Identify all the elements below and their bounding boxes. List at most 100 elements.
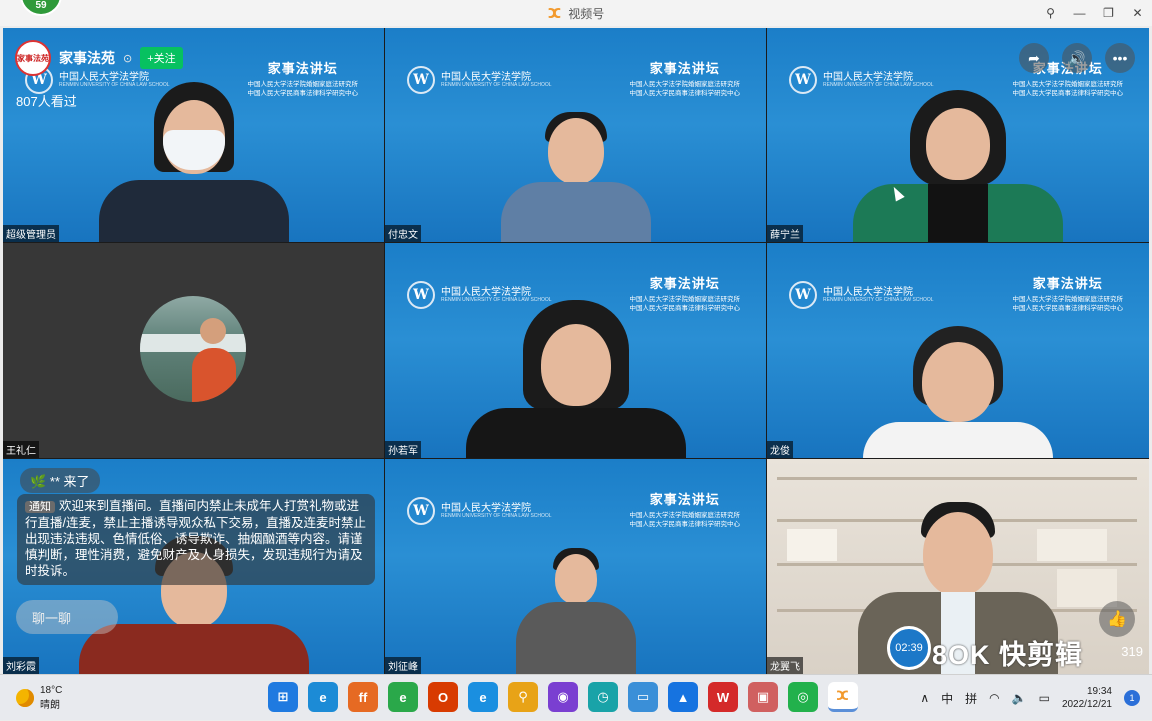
- school-name-en: RENMIN UNIVERSITY OF CHINA LAW SCHOOL: [441, 512, 552, 519]
- school-logo: W 中国人民大学法学院 RENMIN UNIVERSITY OF CHINA LA…: [407, 66, 552, 94]
- school-logo: W 中国人民大学法学院 RENMIN UNIVERSITY OF CHINA LA…: [789, 281, 934, 309]
- participant-name: 付忠文: [385, 225, 421, 242]
- kuaijianji-watermark: 8OK 快剪辑: [932, 640, 1084, 670]
- share-icon[interactable]: ➦: [1019, 43, 1049, 73]
- school-name-en: RENMIN UNIVERSITY OF CHINA LAW SCHOOL: [823, 296, 934, 303]
- participant-name: 龙俊: [767, 441, 793, 458]
- forum-subtitle: 中国人民大学法学院婚姻家庭法研究所: [629, 512, 741, 519]
- weather-sun-icon: [16, 689, 34, 707]
- participant-video: [491, 102, 661, 242]
- forum-subtitle: 中国人民大学民商事法律科学研究中心: [629, 520, 741, 528]
- clock-app-icon[interactable]: ◷: [588, 682, 618, 712]
- forum-subtitle: 中国人民大学民商事法律科学研究中心: [1012, 304, 1124, 312]
- participant-name: 孙若军: [385, 441, 421, 458]
- follow-button[interactable]: +关注: [140, 47, 183, 69]
- weather-desc: 晴朗: [40, 700, 60, 711]
- forum-title: 家事法讲坛: [1032, 277, 1103, 292]
- pin-icon[interactable]: ⚲: [1036, 0, 1065, 26]
- firefox-icon[interactable]: ff: [348, 682, 378, 712]
- forum-title: 家事法讲坛: [267, 62, 338, 77]
- participant-name: 刘彩霞: [3, 657, 39, 674]
- school-name-en: RENMIN UNIVERSITY OF CHINA LAW SCHOOL: [59, 81, 170, 88]
- arrival-message: 🌿 ** 来了: [20, 468, 100, 493]
- clock-time: 19:34: [1086, 686, 1112, 697]
- image-app-icon[interactable]: ▣: [748, 682, 778, 712]
- video-tile: W 中国人民大学法学院 RENMIN UNIVERSITY OF CHINA LA…: [767, 243, 1149, 458]
- meeting-icon[interactable]: ◉: [548, 682, 578, 712]
- notice-tag: 通知: [25, 501, 55, 513]
- participant-video: [461, 298, 691, 458]
- school-emblem-icon: W: [789, 281, 817, 309]
- clock[interactable]: 19:34 2022/12/21: [1062, 685, 1112, 711]
- file-explorer-icon[interactable]: ▭: [628, 682, 658, 712]
- restore-icon[interactable]: ❐: [1094, 0, 1123, 26]
- notification-badge[interactable]: 59: [20, 0, 62, 16]
- forum-banner: 家事法讲坛 中国人民大学法学院婚姻家庭法研究所中国人民大学民商事法律科学研究中心: [1013, 273, 1124, 314]
- like-icon[interactable]: 👍: [1099, 601, 1135, 637]
- channel-header: 家事法苑 家事法苑 ⊙ +关注: [15, 40, 183, 76]
- window-title: 视频号: [568, 6, 605, 21]
- video-tile: W 中国人民大学法学院 RENMIN UNIVERSITY OF CHINA LA…: [385, 459, 766, 674]
- wechat-icon[interactable]: ◎: [788, 682, 818, 712]
- wifi-icon[interactable]: ◠: [989, 691, 999, 705]
- channel-name[interactable]: 家事法苑: [59, 48, 115, 68]
- participant-video: [506, 544, 646, 674]
- start-icon[interactable]: ⊞: [268, 682, 298, 712]
- arrival-text: ** 来了: [49, 474, 90, 489]
- window-controls: ⚲ — ❐ ✕: [1036, 0, 1152, 26]
- volume-icon[interactable]: 🔊: [1062, 43, 1092, 73]
- search-app-icon[interactable]: ⚲: [508, 682, 538, 712]
- close-icon[interactable]: ✕: [1123, 0, 1152, 26]
- channels-logo-icon: ⵋ: [547, 4, 563, 21]
- channel-avatar[interactable]: 家事法苑: [15, 40, 51, 76]
- weather-widget[interactable]: 18°C 晴朗: [16, 685, 62, 711]
- participant-video: [858, 326, 1058, 458]
- forum-title: 家事法讲坛: [649, 493, 720, 508]
- tray-expand-icon[interactable]: ∧: [920, 691, 929, 705]
- ie-green-icon[interactable]: e: [388, 682, 418, 712]
- speaker-icon[interactable]: 🔈: [1012, 691, 1027, 705]
- ime-language[interactable]: 中: [941, 690, 953, 707]
- video-tile: 王礼仁: [3, 243, 384, 458]
- participant-name: 龙翼飞: [767, 657, 803, 674]
- more-icon[interactable]: •••: [1105, 43, 1135, 73]
- view-count: 807人看过: [16, 94, 77, 109]
- school-emblem-icon: W: [407, 497, 435, 525]
- tencent-meeting-icon[interactable]: ▲: [668, 682, 698, 712]
- browser-icon[interactable]: e: [468, 682, 498, 712]
- school-emblem-icon: W: [407, 281, 435, 309]
- school-emblem-icon: W: [407, 66, 435, 94]
- forum-banner: 家事法讲坛 中国人民大学法学院婚姻家庭法研究所中国人民大学民商事法律科学研究中心: [630, 58, 741, 99]
- forum-title: 家事法讲坛: [649, 277, 720, 292]
- clock-date: 2022/12/21: [1061, 699, 1112, 710]
- system-tray: ∧ 中 拼 ◠ 🔈 ▭ 19:34 2022/12/21 1: [920, 675, 1140, 721]
- like-count: 319: [1121, 644, 1143, 659]
- battery-icon[interactable]: ▭: [1039, 691, 1050, 705]
- school-logo: W 中国人民大学法学院 RENMIN UNIVERSITY OF CHINA LA…: [407, 497, 552, 525]
- taskbar-apps: ⊞ e ff e O e ⚲ ◉ ◷ ▭ ▲ W ▣ ◎ ⵋ: [268, 682, 858, 712]
- office-icon[interactable]: O: [428, 682, 458, 712]
- channels-app-icon[interactable]: ⵋ: [828, 682, 858, 712]
- live-video-stage: W 中国人民大学法学院 RENMIN UNIVERSITY OF CHINA LA…: [3, 28, 1149, 674]
- forum-title: 家事法讲坛: [649, 62, 720, 77]
- forum-subtitle: 中国人民大学法学院婚姻家庭法研究所: [1012, 296, 1124, 303]
- school-emblem-icon: W: [789, 66, 817, 94]
- participant-name: 刘征峰: [385, 657, 421, 674]
- wps-icon[interactable]: W: [708, 682, 738, 712]
- video-tile: W 中国人民大学法学院 RENMIN UNIVERSITY OF CHINA LA…: [385, 28, 766, 242]
- title-bar: 59 ⵋ 视频号 ⚲ — ❐ ✕: [0, 0, 1152, 26]
- leaf-icon: 🌿: [30, 474, 47, 489]
- video-tile: W 中国人民大学法学院 RENMIN UNIVERSITY OF CHINA LA…: [385, 243, 766, 458]
- school-name-en: RENMIN UNIVERSITY OF CHINA LAW SCHOOL: [441, 81, 552, 88]
- forum-subtitle: 中国人民大学法学院婚姻家庭法研究所: [247, 81, 359, 88]
- chat-input[interactable]: 聊一聊: [16, 600, 118, 634]
- verified-icon: ⊙: [123, 52, 133, 65]
- forum-banner: 家事法讲坛 中国人民大学法学院婚姻家庭法研究所中国人民大学民商事法律科学研究中心: [630, 489, 741, 530]
- notification-count[interactable]: 1: [1124, 690, 1140, 706]
- participant-name: 王礼仁: [3, 441, 39, 458]
- participant-name: 超级管理员: [3, 225, 59, 242]
- edge-icon[interactable]: e: [308, 682, 338, 712]
- notice-text: 欢迎来到直播间。直播间内禁止未成年人打赏礼物或进行直播/连麦，禁止主播诱导观众私…: [25, 499, 366, 578]
- ime-mode[interactable]: 拼: [965, 690, 977, 707]
- minimize-icon[interactable]: —: [1065, 0, 1094, 26]
